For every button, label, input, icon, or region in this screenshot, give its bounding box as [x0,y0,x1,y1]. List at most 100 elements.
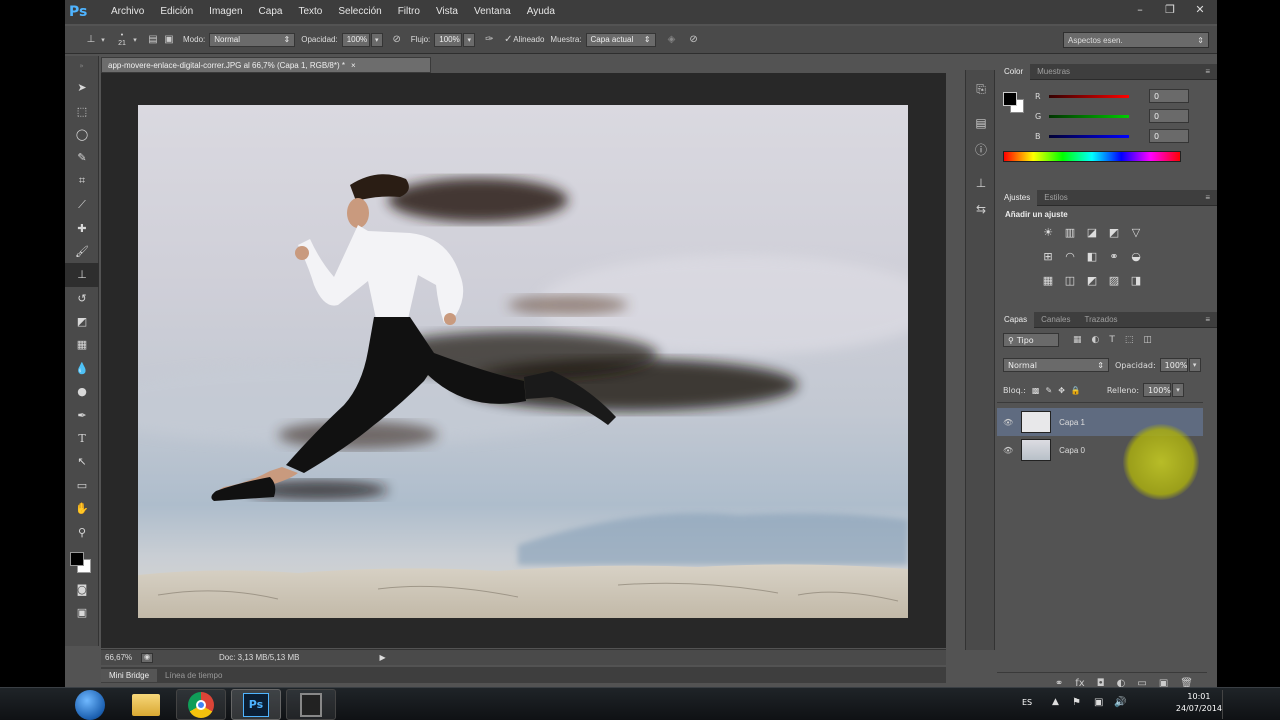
vibrance-icon[interactable]: ▽ [1125,221,1147,243]
black-white-icon[interactable]: ◧ [1081,245,1103,267]
blur-tool-icon[interactable]: 💧 [65,357,99,380]
flow-field[interactable]: 100% [434,32,463,47]
ignore-adjustment-icon[interactable]: ◈ [664,32,680,48]
color-balance-icon[interactable]: ◠ [1059,245,1081,267]
eraser-tool-icon[interactable]: ◩ [65,310,99,333]
eyedropper-tool-icon[interactable]: ⟋ [65,193,99,216]
trash-icon[interactable]: 🗑 [1180,678,1193,687]
tab-swatches[interactable]: Muestras [1030,64,1077,80]
menu-ventana[interactable]: Ventana [466,0,519,24]
marquee-tool-icon[interactable]: ⬚ [65,99,99,122]
document-canvas[interactable] [138,105,908,618]
network-icon[interactable]: ▣ [1094,697,1103,708]
tab-channels[interactable]: Canales [1034,312,1077,328]
new-adjustment-icon[interactable]: ◐ [1117,678,1126,687]
lock-all-icon[interactable]: 🔒 [1071,386,1081,395]
move-tool-icon[interactable]: ➤ [65,76,99,99]
blue-slider[interactable] [1049,134,1129,138]
hue-saturation-icon[interactable]: ⊞ [1037,245,1059,267]
volume-icon[interactable]: 🔊 [1114,697,1126,708]
menu-capa[interactable]: Capa [251,0,291,24]
mode-select[interactable]: Normal ⇕ [209,32,296,47]
photo-filter-icon[interactable]: ⚭ [1103,245,1125,267]
invert-icon[interactable]: ▦ [1037,269,1059,291]
workspace-select[interactable]: Aspectos esen. ⇕ [1063,32,1209,48]
clock[interactable]: 10:01 24/07/2014 [1176,691,1222,715]
close-button[interactable]: ✕ [1185,0,1215,18]
red-slider[interactable] [1049,94,1129,98]
properties-panel-icon[interactable]: ▤ [966,110,996,136]
tab-mini-bridge[interactable]: Mini Bridge [101,668,158,682]
panel-menu-icon[interactable]: ≡ [1198,190,1217,206]
menu-texto[interactable]: Texto [290,0,330,24]
red-value-field[interactable]: 0 [1149,89,1189,103]
layer-opacity-dropdown[interactable]: ▾ [1188,358,1201,372]
new-group-icon[interactable]: ▭ [1137,678,1146,687]
menu-filtro[interactable]: Filtro [390,0,428,24]
layer-name[interactable]: Capa 1 [1059,418,1085,427]
filter-shape-icon[interactable]: ⬚ [1125,335,1134,345]
screen-mode-icon[interactable]: ▣ [65,601,99,624]
add-mask-icon[interactable]: ◘ [1097,678,1105,687]
close-tab-icon[interactable]: × [351,61,356,70]
history-panel-icon[interactable]: ⎘ [966,76,996,102]
eye-icon[interactable]: 👁 [1003,418,1013,427]
foreground-color-swatch[interactable] [70,551,84,566]
layer-filter-select[interactable]: ⚲ Tipo [1003,333,1059,347]
dodge-tool-icon[interactable]: ● [65,380,99,403]
taskbar-app[interactable] [286,689,336,720]
flow-dropdown[interactable]: ▾ [463,32,476,47]
selective-color-icon[interactable]: ◨ [1125,269,1147,291]
rectangle-tool-icon[interactable]: ▭ [65,474,99,497]
healing-brush-tool-icon[interactable]: ✚ [65,216,99,239]
layer-style-icon[interactable]: fx [1075,678,1084,687]
show-desktop-button[interactable] [1222,690,1232,719]
green-slider[interactable] [1049,114,1129,118]
clone-stamp-tool-icon[interactable]: ⊥ [65,263,99,287]
eye-icon[interactable]: 👁 [1003,446,1013,455]
status-arrow-icon[interactable]: ▶ [379,653,385,662]
clone-source-icon[interactable]: ▣ [161,32,177,48]
zoom-level[interactable]: 66,67% [105,653,141,662]
airbrush-icon[interactable]: ✑ [481,32,497,48]
opacity-field[interactable]: 100% [341,32,370,47]
layer-name[interactable]: Capa 0 [1059,446,1085,455]
tray-chevron-icon[interactable]: ▲ [1052,697,1059,707]
brush-size-picker[interactable]: • 21 [113,32,131,48]
tab-adjustments[interactable]: Ajustes [997,189,1038,206]
action-center-icon[interactable]: ⚑ [1072,697,1081,708]
tab-color[interactable]: Color [997,63,1031,80]
menu-seleccion[interactable]: Selección [330,0,389,24]
zoom-tool-icon[interactable]: ⚲ [65,520,99,543]
restore-button[interactable]: ❐ [1155,0,1185,18]
menu-ayuda[interactable]: Ayuda [519,0,563,24]
info-panel-icon[interactable]: ⓘ [966,136,996,162]
brush-tool-icon[interactable]: 🖌 [65,240,99,263]
fill-field[interactable]: 100% [1143,383,1172,397]
tab-layers[interactable]: Capas [997,311,1035,328]
pressure-size-icon[interactable]: ⊘ [686,32,702,48]
menu-imagen[interactable]: Imagen [201,0,250,24]
filter-type-icon[interactable]: T [1109,335,1115,345]
panel-menu-icon[interactable]: ≡ [1198,312,1217,328]
gradient-map-icon[interactable]: ▨ [1103,269,1125,291]
tab-paths[interactable]: Trazados [1077,312,1124,328]
panel-menu-icon[interactable]: ≡ [1198,64,1217,80]
quick-mask-icon[interactable]: ◙ [65,578,99,601]
fill-dropdown[interactable]: ▾ [1172,383,1185,397]
minimize-button[interactable]: – [1125,0,1155,18]
levels-icon[interactable]: ▥ [1059,221,1081,243]
blend-mode-select[interactable]: Normal ⇕ [1003,358,1109,372]
tab-timeline[interactable]: Línea de tiempo [157,669,230,682]
history-brush-tool-icon[interactable]: ↺ [65,287,99,310]
link-layers-icon[interactable]: ⚭ [1055,678,1063,687]
tab-styles[interactable]: Estilos [1037,190,1075,206]
green-value-field[interactable]: 0 [1149,109,1189,123]
lock-pixels-icon[interactable]: ✎ [1045,386,1052,395]
taskbar-chrome[interactable] [176,689,226,720]
chevron-down-icon[interactable]: ▾ [131,32,139,48]
lasso-tool-icon[interactable]: ◯ [65,123,99,146]
exposure-icon[interactable]: ◩ [1103,221,1125,243]
opacity-dropdown[interactable]: ▾ [370,32,383,47]
color-fg-swatch[interactable] [1003,92,1017,106]
